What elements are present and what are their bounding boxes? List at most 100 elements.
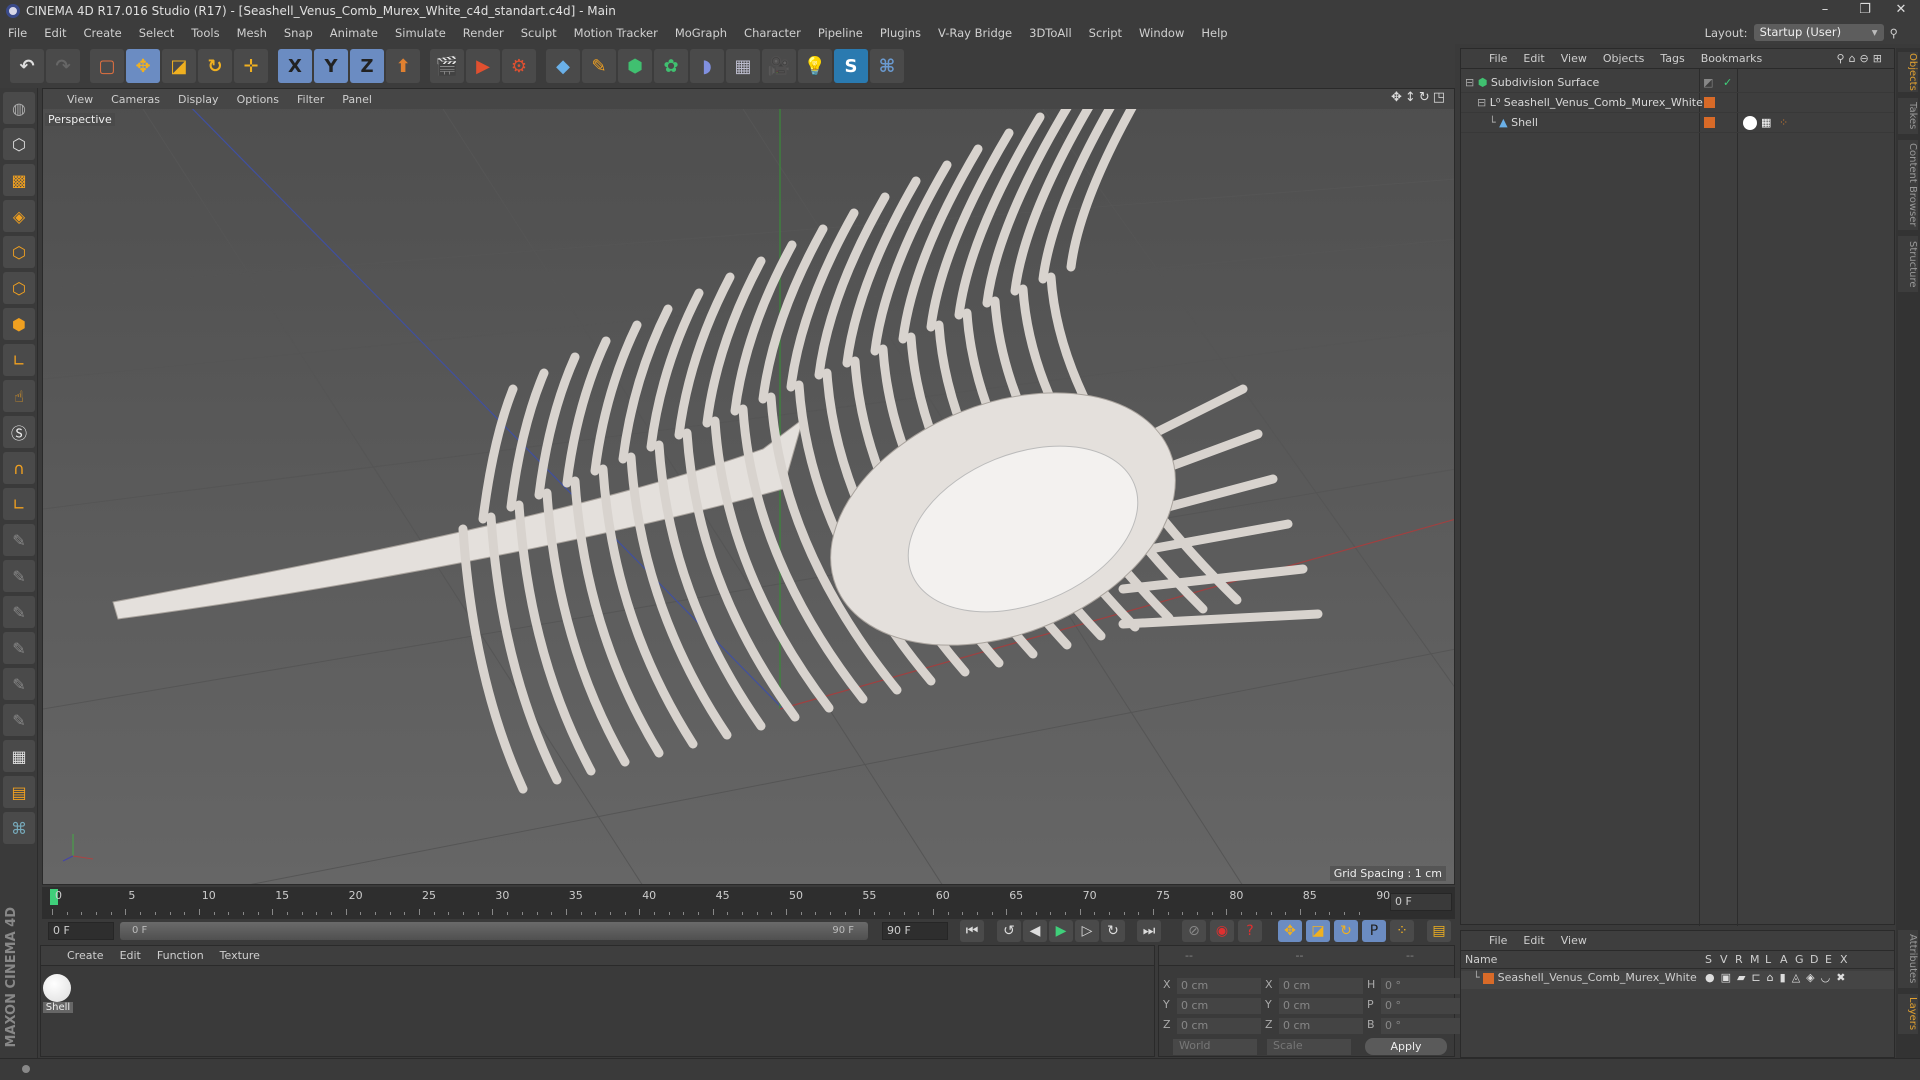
menu-snap[interactable]: Snap	[284, 26, 313, 40]
make-editable-icon[interactable]: ◍	[3, 92, 35, 124]
x-axis-lock[interactable]: X	[278, 49, 312, 83]
menu-3dtoall[interactable]: 3DToAll	[1029, 26, 1072, 40]
material-menu-create[interactable]: Create	[67, 949, 104, 962]
key-rotation-button[interactable]: ↻	[1334, 920, 1358, 942]
menu-vray-bridge[interactable]: V-Ray Bridge	[938, 26, 1012, 40]
layer-column-d[interactable]: D	[1810, 953, 1818, 966]
go-to-prev-key-button[interactable]: ↺	[997, 920, 1021, 942]
grid-mode-icon[interactable]: ▦	[3, 740, 35, 772]
coordinate-system-icon[interactable]: ⬆	[386, 49, 420, 83]
pos-z-field[interactable]: 0 cm	[1177, 1018, 1261, 1034]
objects-menu-file[interactable]: File	[1489, 52, 1507, 65]
rotate-icon[interactable]: ↻	[198, 49, 232, 83]
timeline-window-button[interactable]: ▤	[1427, 920, 1451, 942]
maximize-button[interactable]: ❐	[1850, 2, 1880, 17]
render-view-icon[interactable]: 🎬	[430, 49, 464, 83]
z-axis-lock[interactable]: Z	[350, 49, 384, 83]
tab-objects[interactable]: Objects	[1898, 52, 1918, 92]
viewport-menu-display[interactable]: Display	[178, 93, 219, 106]
layers-menu-file[interactable]: File	[1489, 934, 1507, 947]
menu-motion-tracker[interactable]: Motion Tracker	[574, 26, 658, 40]
viewport-perspective[interactable]: View Cameras Display Options Filter Pane…	[42, 88, 1455, 885]
material-menu-function[interactable]: Function	[157, 949, 204, 962]
layer-column-l[interactable]: L	[1765, 953, 1771, 966]
workplane-icon[interactable]: ◈	[3, 200, 35, 232]
menu-pipeline[interactable]: Pipeline	[818, 26, 863, 40]
sculpt-smooth-icon[interactable]: ✎	[3, 596, 35, 628]
objects-menu-bookmarks[interactable]: Bookmarks	[1701, 52, 1762, 65]
polygons-mode-icon[interactable]: ⬢	[3, 308, 35, 340]
key-pla-button[interactable]: ⁘	[1390, 920, 1414, 942]
texture-mode-icon[interactable]: ▩	[3, 164, 35, 196]
layer-row[interactable]: └ Seashell_Venus_Comb_Murex_White ●▣▰⊏⌂▮…	[1461, 971, 1894, 989]
subdivision-icon[interactable]: ⬢	[618, 49, 652, 83]
menu-mograph[interactable]: MoGraph	[675, 26, 727, 40]
objects-menu-objects[interactable]: Objects	[1603, 52, 1645, 65]
undo-icon[interactable]: ↶	[10, 49, 44, 83]
menu-mesh[interactable]: Mesh	[237, 26, 267, 40]
menu-file[interactable]: File	[8, 26, 27, 40]
rot-b-field[interactable]: 0 °	[1381, 1018, 1465, 1034]
layer-column-e[interactable]: E	[1825, 953, 1832, 966]
material-swatch[interactable]: Shell	[43, 974, 73, 1013]
objects-menu-view[interactable]: View	[1561, 52, 1587, 65]
layout-dropdown[interactable]: Startup (User)	[1753, 24, 1884, 41]
menu-script[interactable]: Script	[1089, 26, 1122, 40]
coord-system-dropdown[interactable]: World	[1173, 1039, 1257, 1055]
floor-icon[interactable]: ▦	[726, 49, 760, 83]
edges-mode-icon[interactable]: ⬡	[3, 272, 35, 304]
uvw-tag-icon[interactable]: ▦	[1761, 113, 1771, 133]
viewport-menu-filter[interactable]: Filter	[297, 93, 324, 106]
size-z-field[interactable]: 0 cm	[1279, 1018, 1363, 1034]
menu-edit[interactable]: Edit	[44, 26, 66, 40]
tweak-icon[interactable]: ☝	[3, 380, 35, 412]
object-row-subdivision-surface[interactable]: ⊟ ⬢ Subdivision Surface ◩ ✓	[1461, 73, 1894, 93]
tab-content-browser[interactable]: Content Browser	[1898, 140, 1918, 230]
key-position-button[interactable]: ✥	[1278, 920, 1302, 942]
menu-character[interactable]: Character	[744, 26, 801, 40]
minimize-button[interactable]: –	[1810, 2, 1840, 17]
snap-icon[interactable]: Ⓢ	[3, 416, 35, 448]
vray-icon[interactable]: S	[834, 49, 868, 83]
viewport-menu-options[interactable]: Options	[237, 93, 279, 106]
sculpt-brush-icon[interactable]: ✎	[3, 524, 35, 556]
magnet-icon[interactable]: ∩	[3, 452, 35, 484]
menu-render[interactable]: Render	[463, 26, 504, 40]
search-icon[interactable]: ⚲	[1890, 26, 1898, 40]
menu-animate[interactable]: Animate	[330, 26, 378, 40]
tab-takes[interactable]: Takes	[1898, 98, 1918, 134]
timeline-current-frame[interactable]: 0 F	[1390, 893, 1452, 911]
menu-sculpt[interactable]: Sculpt	[521, 26, 557, 40]
live-selection-icon[interactable]: ▢	[90, 49, 124, 83]
sculpt-pull-icon[interactable]: ✎	[3, 560, 35, 592]
redo-icon[interactable]: ↷	[46, 49, 80, 83]
keyframe-selection-button[interactable]: ?	[1238, 920, 1262, 942]
layer-column-r[interactable]: R	[1735, 953, 1743, 966]
menu-tools[interactable]: Tools	[191, 26, 219, 40]
layer-column-v[interactable]: V	[1720, 953, 1728, 966]
render-picture-viewer-icon[interactable]: ▶	[466, 49, 500, 83]
size-y-field[interactable]: 0 cm	[1279, 998, 1363, 1014]
deformer-icon[interactable]: ◗	[690, 49, 724, 83]
layer-column-m[interactable]: M	[1750, 953, 1760, 966]
y-axis-lock[interactable]: Y	[314, 49, 348, 83]
layers-menu-view[interactable]: View	[1561, 934, 1587, 947]
autokey-button[interactable]: ◉	[1210, 920, 1234, 942]
layers-menu-edit[interactable]: Edit	[1523, 934, 1544, 947]
pos-y-field[interactable]: 0 cm	[1177, 998, 1261, 1014]
go-to-end-button[interactable]: ⏭	[1137, 920, 1161, 942]
viewport-menu-cameras[interactable]: Cameras	[111, 93, 160, 106]
menu-plugins[interactable]: Plugins	[880, 26, 921, 40]
camera-icon[interactable]: 🎥	[762, 49, 796, 83]
menu-simulate[interactable]: Simulate	[395, 26, 446, 40]
material-tag-icon[interactable]	[1743, 116, 1757, 130]
sculpt-grab-icon[interactable]: ✎	[3, 632, 35, 664]
layer-column-s[interactable]: S	[1705, 953, 1712, 966]
next-frame-button[interactable]: ▷	[1075, 920, 1099, 942]
apply-button[interactable]: Apply	[1365, 1038, 1447, 1055]
menu-help[interactable]: Help	[1201, 26, 1227, 40]
rot-h-field[interactable]: 0 °	[1381, 978, 1465, 994]
phong-tag-icon[interactable]: ⁘	[1779, 113, 1788, 133]
transform-mode-dropdown[interactable]: Scale	[1267, 1039, 1351, 1055]
workplane-axis-icon[interactable]: ∟	[3, 488, 35, 520]
